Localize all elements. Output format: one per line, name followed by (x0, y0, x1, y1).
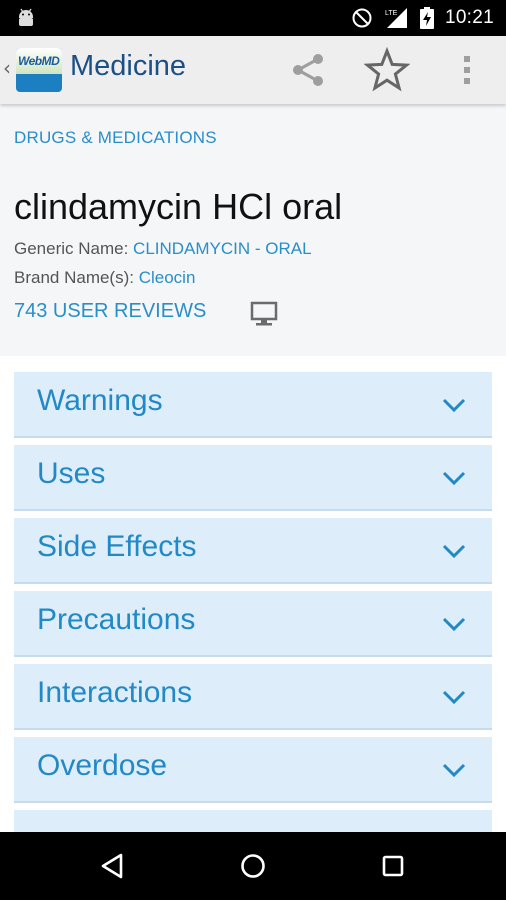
recents-icon (382, 855, 404, 877)
home-button[interactable] (231, 844, 275, 888)
section-overdose[interactable]: Overdose (14, 737, 492, 803)
home-icon (241, 854, 265, 878)
svg-text:LTE: LTE (385, 10, 398, 17)
drug-header: DRUGS & MEDICATIONS clindamycin HCl oral… (0, 104, 506, 356)
breadcrumb[interactable]: DRUGS & MEDICATIONS (14, 128, 217, 148)
section-label: Interactions (37, 676, 193, 709)
section-partial[interactable] (14, 810, 492, 832)
drug-title: clindamycin HCl oral (14, 186, 343, 227)
logo-text: WebMD (18, 54, 60, 68)
section-label: Uses (37, 457, 106, 490)
share-icon (293, 54, 323, 86)
chevron-down-icon (442, 763, 466, 778)
chevron-down-icon (442, 617, 466, 632)
brand-name-link[interactable]: Cleocin (139, 268, 196, 287)
sections-list: Warnings Uses Side Effects Precautions I… (0, 356, 506, 832)
brand-name-label: Brand Name(s): (14, 268, 139, 287)
recents-button[interactable] (371, 844, 415, 888)
section-uses[interactable]: Uses (14, 445, 492, 511)
section-warnings[interactable]: Warnings (14, 372, 492, 438)
up-navigation-icon[interactable]: ‹ (3, 56, 11, 80)
user-reviews-link[interactable]: 743 USER REVIEWS (14, 300, 206, 323)
favorite-button[interactable] (363, 46, 411, 94)
section-label: Warnings (37, 384, 163, 417)
star-icon (364, 47, 410, 92)
back-icon (101, 853, 123, 879)
lte-signal-icon: LTE (385, 8, 407, 28)
chevron-down-icon (442, 471, 466, 486)
system-nav-bar (0, 832, 506, 900)
action-bar: ‹ WebMD Medicine (0, 36, 506, 104)
overflow-menu-icon (464, 56, 470, 84)
share-button[interactable] (284, 46, 332, 94)
section-label: Side Effects (37, 530, 197, 563)
generic-name-label: Generic Name: (14, 239, 134, 258)
generic-name-link[interactable]: CLINDAMYCIN - ORAL (133, 239, 312, 258)
chevron-down-icon (442, 690, 466, 705)
section-label: Overdose (37, 749, 168, 782)
chevron-down-icon (442, 544, 466, 559)
section-label: Precautions (37, 603, 196, 636)
status-time: 10:21 (444, 7, 494, 28)
android-icon (19, 8, 33, 26)
back-button[interactable] (90, 844, 134, 888)
do-not-disturb-icon (352, 8, 372, 28)
section-precautions[interactable]: Precautions (14, 591, 492, 657)
webmd-logo[interactable]: WebMD (16, 48, 62, 92)
section-interactions[interactable]: Interactions (14, 664, 492, 730)
monitor-icon[interactable] (250, 301, 278, 327)
app-title: Medicine (70, 50, 187, 82)
status-bar: LTE 10:21 (0, 0, 506, 36)
brand-name-line: Brand Name(s): Cleocin (14, 268, 195, 288)
overflow-menu-button[interactable] (443, 46, 491, 94)
battery-charging-icon (419, 7, 434, 29)
generic-name-line: Generic Name: CLINDAMYCIN - ORAL (14, 239, 312, 259)
section-side-effects[interactable]: Side Effects (14, 518, 492, 584)
chevron-down-icon (442, 398, 466, 413)
